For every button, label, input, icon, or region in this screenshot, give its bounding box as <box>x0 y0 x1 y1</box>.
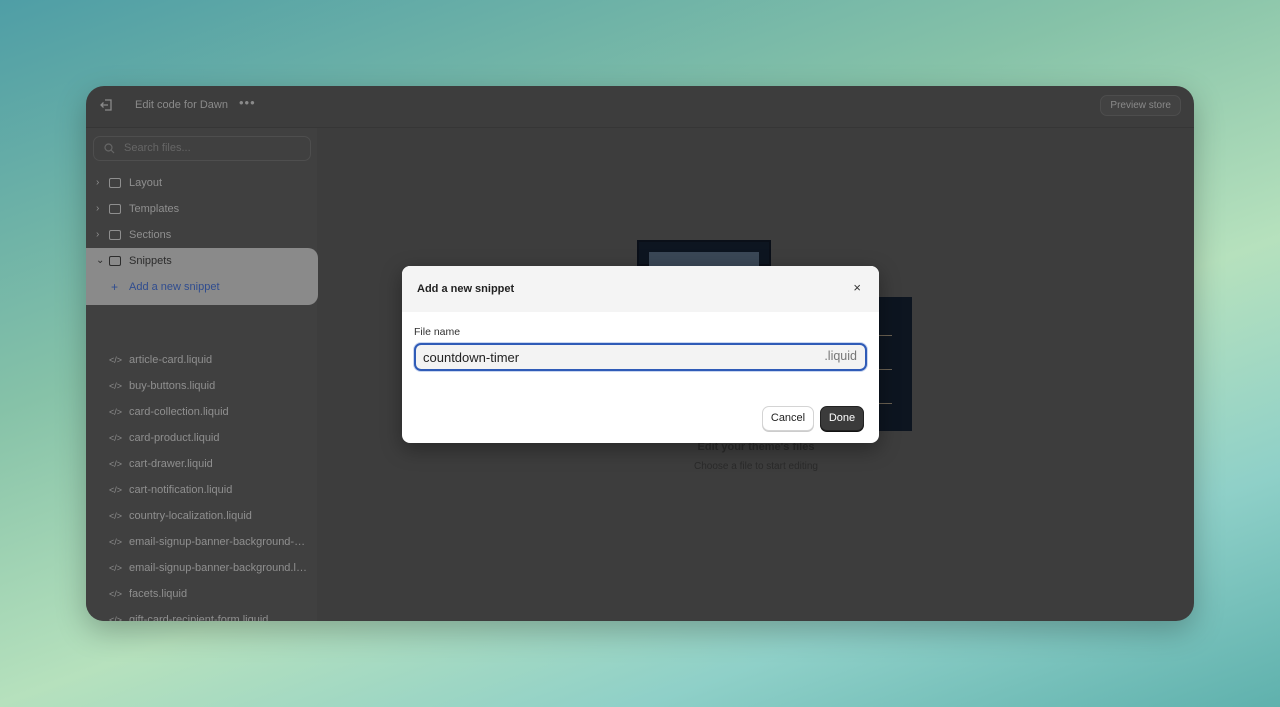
folder-templates[interactable]: › Templates <box>86 196 317 222</box>
chevron-right-icon: › <box>96 203 100 214</box>
file-item[interactable]: </> card-product.liquid <box>86 425 317 451</box>
add-snippet-label: Add a new snippet <box>129 281 220 293</box>
file-name: facets.liquid <box>129 588 188 600</box>
file-item[interactable]: </> buy-buttons.liquid <box>86 373 317 399</box>
file-name: card-collection.liquid <box>129 406 229 418</box>
file-name-label: File name <box>414 326 461 338</box>
dialog-title: Add a new snippet <box>417 283 515 295</box>
file-name: article-card.liquid <box>129 354 213 366</box>
code-file-icon: </> <box>109 589 123 599</box>
search-icon <box>104 143 115 154</box>
code-file-icon: </> <box>109 563 123 573</box>
snippets-highlight: ⌄ Snippets + Add a new snippet <box>86 248 318 305</box>
code-file-icon: </> <box>109 355 123 365</box>
file-item[interactable]: </> gift-card-recipient-form.liquid <box>86 607 317 621</box>
folder-icon <box>109 204 121 214</box>
code-file-icon: </> <box>109 615 123 621</box>
folder-icon <box>109 178 121 188</box>
chevron-down-icon: ⌄ <box>96 255 105 266</box>
chevron-right-icon: › <box>96 177 100 188</box>
preview-store-button[interactable]: Preview store <box>1100 95 1181 116</box>
file-sidebar: Search files... › Layout › Templates › Sect… <box>86 128 317 621</box>
add-snippet-button[interactable]: + Add a new snippet <box>86 274 317 300</box>
file-name: buy-buttons.liquid <box>129 380 216 392</box>
exit-icon[interactable] <box>100 98 114 112</box>
dialog-header: Add a new snippet × <box>402 266 879 312</box>
page-title: Edit code for Dawn <box>135 99 228 111</box>
folder-snippets[interactable]: ⌄ Snippets <box>86 248 317 274</box>
file-item[interactable]: </> card-collection.liquid <box>86 399 317 425</box>
file-item[interactable]: </> cart-drawer.liquid <box>86 451 317 477</box>
code-file-icon: </> <box>109 407 123 417</box>
folder-layout[interactable]: › Layout <box>86 170 317 196</box>
file-name: gift-card-recipient-form.liquid <box>129 614 269 621</box>
header: Edit code for Dawn ••• Preview store <box>86 86 1194 128</box>
chevron-right-icon: › <box>96 229 100 240</box>
code-file-icon: </> <box>109 381 123 391</box>
folder-label: Snippets <box>129 255 172 267</box>
plus-icon: + <box>111 280 119 294</box>
file-name: email-signup-banner-background.liquid <box>129 562 309 574</box>
file-name: cart-drawer.liquid <box>129 458 213 470</box>
file-name: card-product.liquid <box>129 432 220 444</box>
code-file-icon: </> <box>109 511 123 521</box>
add-snippet-dialog: Add a new snippet × File name .liquid Ca… <box>402 266 879 443</box>
file-name: country-localization.liquid <box>129 510 252 522</box>
more-options-button[interactable]: ••• <box>239 95 256 110</box>
cancel-button[interactable]: Cancel <box>762 406 814 431</box>
file-item[interactable]: </> cart-notification.liquid <box>86 477 317 503</box>
file-item[interactable]: </> email-signup-banner-background.liquid <box>86 555 317 581</box>
file-item[interactable]: </> article-card.liquid <box>86 347 317 373</box>
file-name-input[interactable] <box>423 348 803 366</box>
file-extension-suffix: .liquid <box>824 349 857 363</box>
file-item[interactable]: </> country-localization.liquid <box>86 503 317 529</box>
file-name-field[interactable]: .liquid <box>414 343 867 371</box>
file-item[interactable]: </> email-signup-banner-background-mobile… <box>86 529 317 555</box>
file-item[interactable]: </> facets.liquid <box>86 581 317 607</box>
code-file-icon: </> <box>109 433 123 443</box>
search-placeholder: Search files... <box>124 142 191 154</box>
illustration-panel <box>878 297 912 431</box>
code-file-icon: </> <box>109 485 123 495</box>
folder-sections[interactable]: › Sections <box>86 222 317 248</box>
empty-state-subtitle: Choose a file to start editing <box>694 461 818 472</box>
folder-label: Templates <box>129 203 180 215</box>
code-file-icon: </> <box>109 459 123 469</box>
search-input[interactable]: Search files... <box>93 136 311 161</box>
close-icon[interactable]: × <box>853 280 861 295</box>
folder-icon <box>109 230 121 240</box>
code-file-icon: </> <box>109 537 123 547</box>
folder-icon <box>109 256 121 266</box>
folder-label: Sections <box>129 229 172 241</box>
done-button[interactable]: Done <box>820 406 864 431</box>
folder-label: Layout <box>129 177 163 189</box>
file-name: email-signup-banner-background-mobile.li… <box>129 536 309 548</box>
file-name: cart-notification.liquid <box>129 484 233 496</box>
illustration-window <box>637 240 771 272</box>
